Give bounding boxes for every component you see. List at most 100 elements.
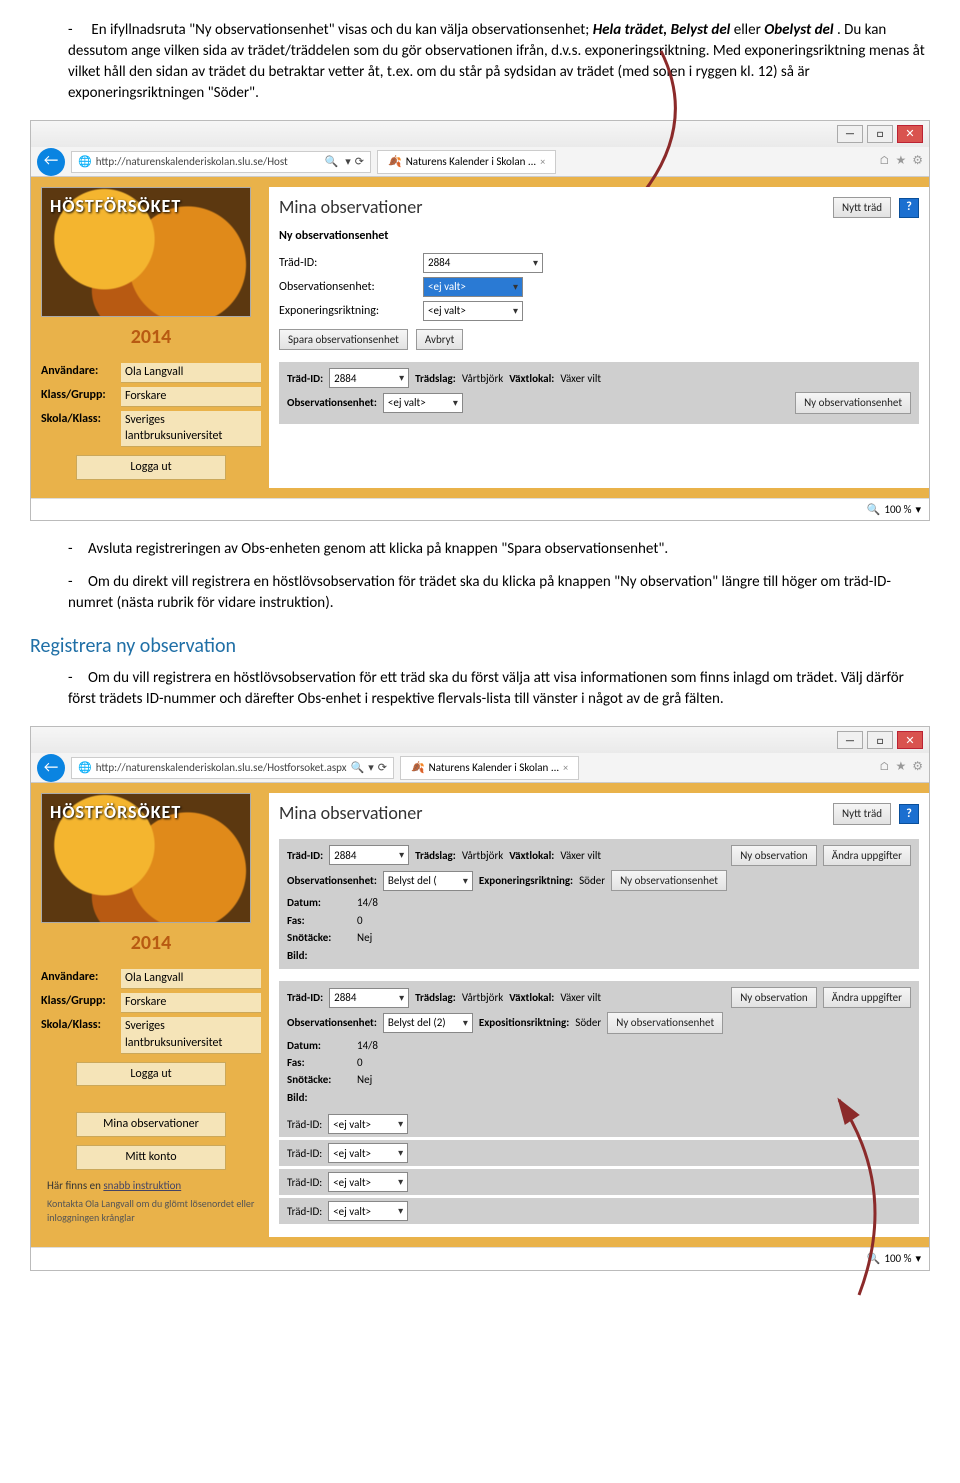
label: Observationsenhet: [279,279,419,296]
help-button[interactable]: ? [899,198,919,218]
label: Exponeringsriktning: [279,303,419,320]
instruction-link-row: Här finns en snabb instruktion [41,1178,261,1193]
school-row: Skola/Klass: Sveriges lantbruksuniversit… [41,411,261,448]
label: Skola/Klass: [41,411,121,448]
edit-button[interactable]: Ändra uppgifter [823,845,911,866]
cancel-button[interactable]: Avbryt [416,329,464,350]
label: Datum: [287,895,347,910]
globe-icon: 🌐 [78,154,92,169]
back-button[interactable]: ← [37,148,65,176]
label: Träd-ID: [287,371,323,386]
tree-id-select[interactable]: <ej valt> [328,1143,408,1163]
label: Träd-ID: [287,848,323,863]
obs-unit-select[interactable]: Belyst del ( [383,871,473,891]
browser-statusbar: 🔍 100 % ▾ [31,498,929,520]
value: Forskare [121,993,261,1013]
minimize-button[interactable]: — [837,731,863,749]
new-tree-button[interactable]: Nytt träd [833,197,891,218]
zoom-icon[interactable]: 🔍 [867,502,881,517]
label: Snötäcke: [287,1072,347,1087]
favicon-icon: 🍂 [411,760,425,775]
value: Söder [575,1015,601,1030]
tree-record-1: Träd-ID: 2884 Trädslag:Vårtbjörk Växtlok… [279,839,919,969]
instruction-link[interactable]: snabb instruktion [103,1179,181,1192]
new-tree-button[interactable]: Nytt träd [833,803,891,824]
section-subtitle: Ny observationsenhet [279,228,919,245]
address-bar[interactable]: 🌐 http://naturenskalenderiskolan.slu.se/… [71,757,394,779]
obs-unit-select[interactable]: <ej valt> [423,277,523,297]
tree-id-select[interactable]: 2884 [329,368,409,388]
zoom-level: 100 % [884,502,911,517]
label: Trädslag: [415,371,456,386]
tree-id-select[interactable]: 2884 [329,988,409,1008]
label: Exponeringsriktning: [479,873,573,888]
text: Avsluta registreringen av Obs-enheten ge… [88,540,668,558]
close-tab-icon[interactable]: × [563,761,568,775]
value: Ola Langvall [121,969,261,989]
tree-id-select[interactable]: 2884 [329,845,409,865]
favicon-icon: 🍂 [388,154,402,169]
chevron-down-icon[interactable]: ▾ [915,1251,921,1266]
star-icon[interactable]: ★ [895,153,906,170]
tree-id-select[interactable]: <ej valt> [328,1114,408,1134]
sidebar: HÖSTFÖRSÖKET 2014 Användare:Ola Langvall… [41,793,261,1237]
home-icon[interactable]: ⌂ [879,759,890,776]
logout-button[interactable]: Logga ut [76,455,226,480]
page-title: Mina observationer [279,801,423,826]
my-account-button[interactable]: Mitt konto [76,1145,226,1170]
obs-unit-select[interactable]: <ej valt> [383,393,463,413]
star-icon[interactable]: ★ [895,759,906,776]
value: Vårtbjörk [462,990,503,1005]
edit-button[interactable]: Ändra uppgifter [823,987,911,1008]
close-button[interactable]: ✕ [897,731,923,749]
value: 0 [357,1055,363,1070]
label: Användare: [41,969,121,989]
logout-button[interactable]: Logga ut [76,1062,226,1087]
obs-unit-select[interactable]: Belyst del (2) [383,1013,473,1033]
close-button[interactable]: ✕ [897,125,923,143]
label: Observationsenhet: [287,1015,377,1030]
zoom-icon[interactable]: 🔍 [867,1251,881,1266]
new-obs-unit-button[interactable]: Ny observationsenhet [607,1012,723,1033]
tree-id-select[interactable]: <ej valt> [328,1201,408,1221]
new-obs-unit-button[interactable]: Ny observationsenhet [795,392,911,413]
value: 14/8 [357,895,378,910]
empty-tree-rows: Träd-ID:<ej valt> Träd-ID:<ej valt> Träd… [279,1111,919,1224]
tree-id-select[interactable]: <ej valt> [328,1172,408,1192]
site-banner: HÖSTFÖRSÖKET [41,793,251,923]
text: Om du vill registrera en höstlövsobserva… [68,669,904,708]
minimize-button[interactable]: — [837,125,863,143]
new-observation-button[interactable]: Ny observation [731,845,817,866]
browser-tab[interactable]: 🍂 Naturens Kalender i Skolan ... × [400,756,579,780]
tree-record-2: Träd-ID: 2884 Trädslag:Vårtbjörk Växtlok… [279,981,919,1111]
site-title: HÖSTFÖRSÖKET [50,194,181,219]
gear-icon[interactable]: ⚙ [912,153,923,170]
save-obs-unit-button[interactable]: Spara observationsenhet [279,329,408,350]
address-row: ← 🌐 http://naturenskalenderiskolan.slu.s… [31,753,929,783]
browser-tab[interactable]: 🍂 Naturens Kalender i Skolan ... × [377,150,556,174]
my-observations-button[interactable]: Mina observationer [76,1112,226,1137]
gear-icon[interactable]: ⚙ [912,759,923,776]
page-title: Mina observationer [279,195,423,220]
maximize-button[interactable]: □ [867,731,893,749]
back-button[interactable]: ← [37,754,65,782]
label: Växtlokal: [509,848,554,863]
year-label: 2014 [41,323,261,351]
doc-paragraph: - En ifyllnadsruta "Ny observationsenhet… [30,20,930,104]
label: Klass/Grupp: [41,993,121,1013]
zoom-level: 100 % [884,1251,911,1266]
address-bar[interactable]: 🌐 http://naturenskalenderiskolan.slu.se/… [71,151,371,173]
value: 14/8 [357,1038,378,1053]
exposure-select[interactable]: <ej valt> [423,301,523,321]
refresh-icon[interactable]: ⟳ [355,154,364,169]
tree-id-select[interactable]: 2884 [423,253,543,273]
sidebar: HÖSTFÖRSÖKET 2014 Användare: Ola Langval… [41,187,261,488]
help-button[interactable]: ? [899,804,919,824]
home-icon[interactable]: ⌂ [879,153,890,170]
maximize-button[interactable]: □ [867,125,893,143]
value: Växer vilt [560,990,601,1005]
close-tab-icon[interactable]: × [540,155,545,169]
chevron-down-icon[interactable]: ▾ [915,502,921,517]
new-observation-button[interactable]: Ny observation [731,987,817,1008]
new-obs-unit-button[interactable]: Ny observationsenhet [611,870,727,891]
